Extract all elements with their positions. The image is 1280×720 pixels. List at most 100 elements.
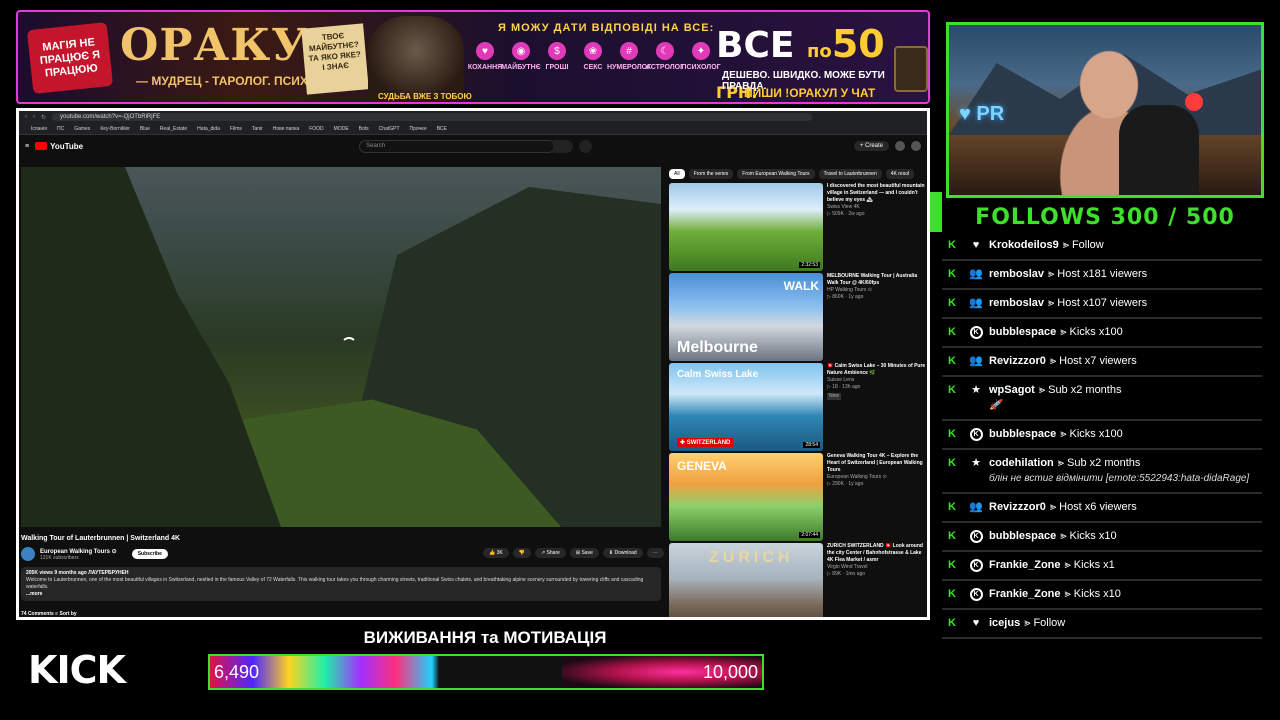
streamer-robe bbox=[1119, 105, 1199, 195]
bookmark-item[interactable]: ВСЕ bbox=[437, 126, 447, 132]
bell-icon[interactable] bbox=[895, 141, 905, 151]
event-text: ⪢ Follow bbox=[1024, 617, 1066, 629]
kick-k-icon: K bbox=[948, 268, 956, 280]
video-thumbnail[interactable]: Calm Swiss Lake ✚ SWITZERLAND 28:54 bbox=[669, 363, 823, 451]
kicks-coin-icon: K bbox=[969, 587, 983, 601]
search-input[interactable]: Search bbox=[359, 139, 556, 153]
desc-more[interactable]: ...more bbox=[26, 591, 42, 597]
avatar[interactable] bbox=[911, 141, 921, 151]
banner-category-label: ПСИХОЛОГ bbox=[681, 64, 721, 71]
recommended-video-info: ZURICH SWITZERLAND 🇨🇭 Look around the ci… bbox=[827, 543, 927, 617]
youtube-logo[interactable]: YouTube bbox=[35, 142, 83, 151]
recommended-video-meta: ▷ 290K · 1y ago bbox=[827, 481, 864, 487]
bookmark-item[interactable]: Games bbox=[74, 126, 90, 132]
heart-icon: ♥ bbox=[972, 238, 980, 251]
dislike-button[interactable]: 👎 bbox=[512, 548, 531, 558]
create-button[interactable]: + Create bbox=[853, 141, 889, 151]
event-row: K ♥ Krokodeilos9 ⪢ Follow bbox=[942, 232, 1262, 261]
bookmark-item[interactable]: Blue bbox=[140, 126, 150, 132]
event-body: bubblespace ⪢ Kicks x100 bbox=[989, 427, 1256, 442]
video-player[interactable] bbox=[21, 167, 661, 527]
recommended-video-title[interactable]: Geneva Walking Tour 4K – Explore the Hea… bbox=[827, 453, 927, 474]
bookmark-item[interactable]: Іспанія bbox=[31, 126, 47, 132]
recommended-video-channel: Suisse Lens bbox=[827, 377, 855, 383]
banner-category-label: АСТРОЛОГ bbox=[645, 64, 685, 71]
wizard-image bbox=[368, 16, 464, 102]
follow-goal: FOLLOWS 300 / 500 bbox=[975, 204, 1235, 230]
bookmark-item[interactable]: FOOD bbox=[309, 126, 323, 132]
bookmark-item[interactable]: Bots bbox=[359, 126, 369, 132]
desc-text: Welcome to Lauterbrunnen, one of the mos… bbox=[26, 577, 644, 590]
share-button[interactable]: ↗ Share bbox=[534, 548, 566, 558]
recommended-video-meta: ▷ 18 · 13h ago bbox=[827, 384, 861, 390]
video-cliff-left bbox=[21, 167, 281, 527]
filter-chip[interactable]: From European Walking Tours bbox=[737, 169, 815, 179]
event-username: Krokodeilos9 bbox=[989, 239, 1059, 251]
moon-icon: ☾ bbox=[656, 42, 674, 60]
event-body: remboslav ⪢ Host x107 viewers bbox=[989, 296, 1256, 311]
recommended-video[interactable]: 2:32:53 I discovered the most beautiful m… bbox=[669, 183, 927, 271]
bookmark-item[interactable]: Кey-Воrnikler bbox=[100, 126, 130, 132]
filter-chip[interactable]: From the series bbox=[688, 169, 734, 179]
more-button[interactable]: ⋯ bbox=[646, 548, 664, 558]
bookmark-item[interactable]: Нове папка bbox=[273, 126, 299, 132]
filter-chip[interactable]: 4K resol bbox=[885, 169, 915, 179]
event-username: codehilation bbox=[989, 457, 1054, 469]
back-icon[interactable]: ‹ bbox=[25, 114, 27, 120]
price-cta: ПИШИ !ОРАКУЛ У ЧАТ bbox=[744, 86, 876, 100]
video-thumbnail[interactable]: ZURICH bbox=[669, 543, 823, 617]
video-actions: 👍 3K 👎 ↗ Share ⊞ Save ⬇ Download ⋯ bbox=[483, 548, 664, 558]
channel-avatar[interactable] bbox=[21, 547, 35, 561]
bookmark-item[interactable]: Real_Estate bbox=[160, 126, 187, 132]
bookmark-item[interactable]: Films bbox=[230, 126, 242, 132]
host-icon: 👥 bbox=[969, 267, 983, 280]
subscribe-button[interactable]: Subscribe bbox=[131, 549, 168, 559]
recommended-video[interactable]: GENEVA 2:07:44 Geneva Walking Tour 4K – Ex… bbox=[669, 453, 927, 541]
host-icon: 👥 bbox=[969, 296, 983, 309]
loading-spinner-icon bbox=[341, 337, 357, 353]
like-button[interactable]: 👍 3K bbox=[483, 548, 509, 558]
video-thumbnail[interactable]: 2:32:53 bbox=[669, 183, 823, 271]
recommended-video-title[interactable]: MELBOURNE Walking Tour | Australia Walk … bbox=[827, 273, 927, 287]
event-username: wpSagot bbox=[989, 384, 1035, 396]
menu-icon[interactable]: ≡ bbox=[25, 143, 29, 150]
recommended-video[interactable]: Calm Swiss Lake ✚ SWITZERLAND 28:54 🇨🇭 Calm… bbox=[669, 363, 927, 451]
event-username: remboslav bbox=[989, 297, 1045, 309]
bookmark-item[interactable]: Hata_dida bbox=[197, 126, 220, 132]
forward-icon[interactable]: › bbox=[33, 114, 35, 120]
video-thumbnail[interactable]: WALK Melbourne bbox=[669, 273, 823, 361]
reload-icon[interactable]: ↻ bbox=[41, 114, 46, 121]
mic-icon[interactable] bbox=[579, 139, 593, 153]
bookmark-item[interactable]: Прочее bbox=[410, 126, 427, 132]
recommended-video-title[interactable]: ZURICH SWITZERLAND 🇨🇭 Look around the ci… bbox=[827, 543, 927, 564]
kick-k-icon: K bbox=[948, 326, 956, 338]
channel-name[interactable]: European Walking Tours ⊙ bbox=[40, 548, 117, 555]
video-description[interactable]: 205K views 9 months ago ЛАУТЕРБРУНЕН Wel… bbox=[21, 567, 661, 601]
bookmark-item[interactable]: Tanir bbox=[252, 126, 263, 132]
channel-row: European Walking Tours ⊙ 131K subscriber… bbox=[21, 547, 168, 561]
comments-header: 74 Comments ≡ Sort by bbox=[21, 611, 77, 617]
download-button[interactable]: ⬇ Download bbox=[602, 548, 643, 558]
search-icon[interactable] bbox=[553, 139, 574, 153]
filter-chip[interactable]: All bbox=[669, 169, 685, 179]
recommended-video-channel: Swiss View 4K bbox=[827, 204, 860, 210]
banner-category: # НУМЕРОЛОГ bbox=[607, 42, 651, 71]
save-button[interactable]: ⊞ Save bbox=[569, 548, 599, 558]
event-text: ⪢ Kicks x100 bbox=[1060, 326, 1123, 338]
thumbnail-label: Calm Swiss Lake bbox=[677, 369, 759, 380]
bookmark-item[interactable]: ChatGPT bbox=[379, 126, 400, 132]
recommended-video-title[interactable]: 🇨🇭 Calm Swiss Lake – 30 Minutes of Pure … bbox=[827, 363, 927, 377]
recommended-video-title[interactable]: I discovered the most beautiful mountain… bbox=[827, 183, 927, 204]
event-username: Frankie_Zone bbox=[989, 588, 1061, 600]
bookmark-item[interactable]: ПС bbox=[57, 126, 64, 132]
motivation-current: 6,490 bbox=[214, 662, 260, 682]
banner-left-badge: МАГІЯ НЕ ПРАЦЮЄ Я ПРАЦЮЮ bbox=[26, 21, 114, 95]
price-value: 50 bbox=[831, 22, 885, 66]
video-thumbnail[interactable]: GENEVA 2:07:44 bbox=[669, 453, 823, 541]
recommended-video[interactable]: ZURICH ZURICH SWITZERLAND 🇨🇭 Look around … bbox=[669, 543, 927, 617]
address-bar[interactable]: youtube.com/watch?v=-QjOTbRiRjFE bbox=[52, 113, 813, 121]
filter-chip[interactable]: Travel to Lauterbrunnen bbox=[818, 169, 882, 179]
recommended-video[interactable]: WALK Melbourne MELBOURNE Walking Tour | Au… bbox=[669, 273, 927, 361]
banner-category-label: МАЙБУТНЄ bbox=[501, 64, 541, 71]
bookmark-item[interactable]: MODE bbox=[334, 126, 349, 132]
